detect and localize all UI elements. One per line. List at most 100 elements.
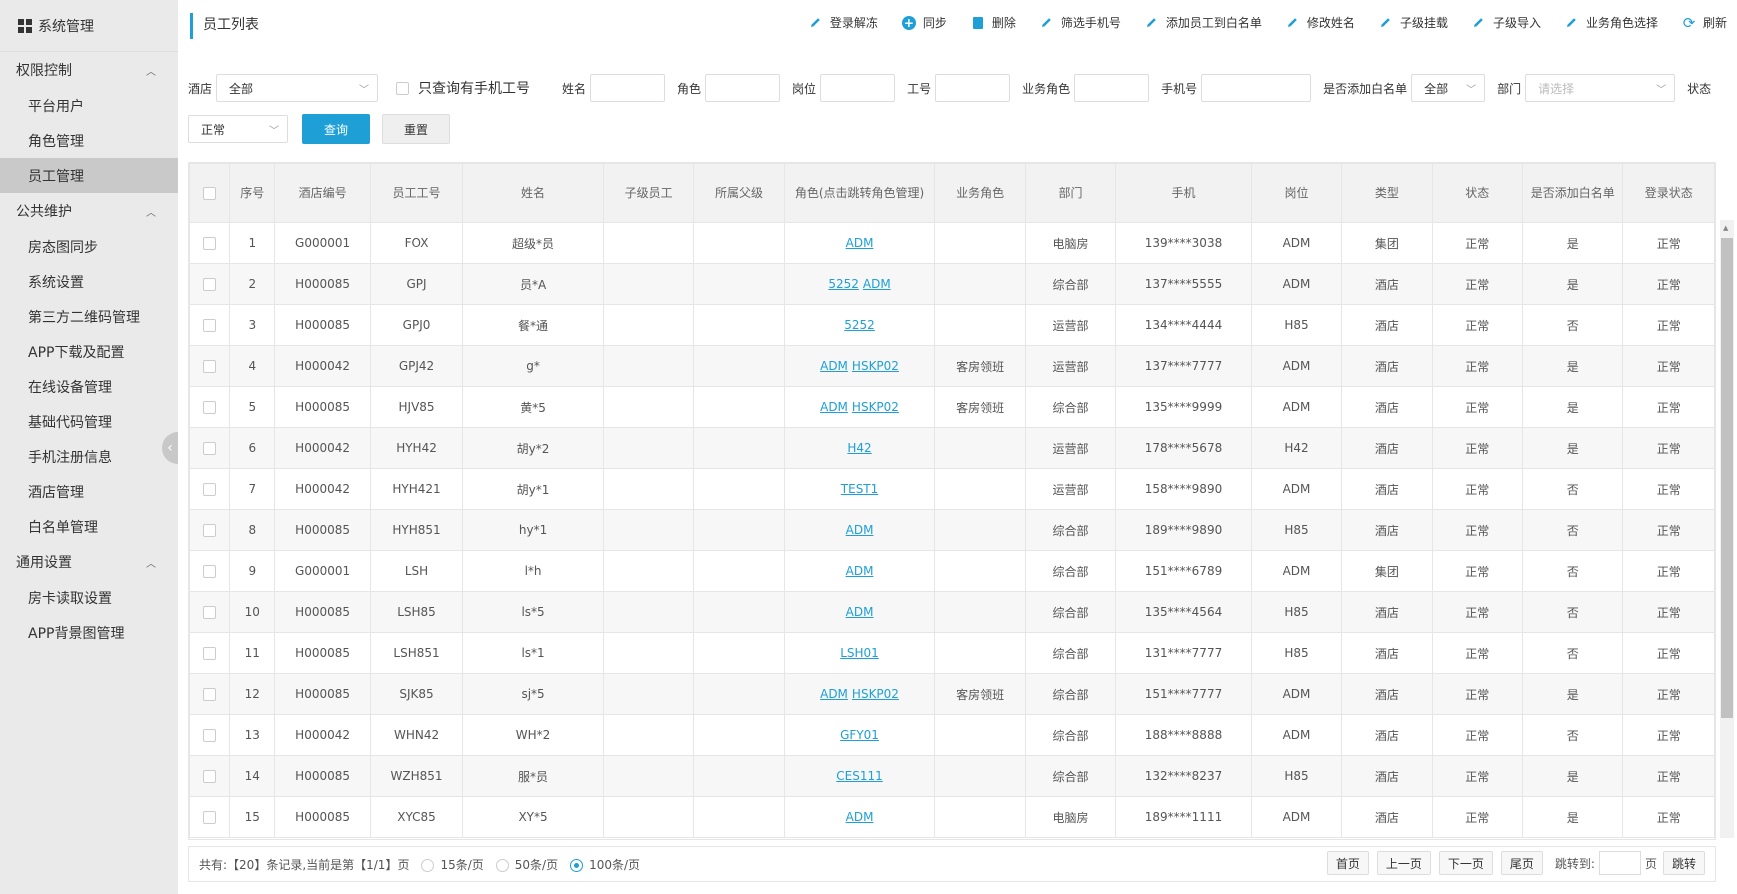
role-input[interactable] <box>705 74 781 102</box>
toolbar-button[interactable]: 筛选手机号 <box>1040 14 1121 31</box>
jump-page-input[interactable] <box>1598 851 1641 875</box>
row-checkbox[interactable] <box>203 278 217 291</box>
sidebar-group[interactable]: 公共维护 ︿ <box>0 193 178 229</box>
row-checkbox[interactable] <box>203 319 217 332</box>
table-row[interactable]: 11 H000085 LSH851 ls*1 LSH01 综合部 131****7777 H8… <box>189 632 1715 674</box>
role-link[interactable]: GFY01 <box>840 728 879 742</box>
table-row[interactable]: 6 H000042 HYH42 胡y*2 H42 运营部 178****5678 H42 酒店正… <box>189 427 1715 469</box>
role-link[interactable]: ADM <box>846 523 874 537</box>
role-link[interactable]: HSKP02 <box>852 687 899 701</box>
sidebar-item[interactable]: APP下载及配置 <box>0 334 178 369</box>
toolbar-button[interactable]: + 同步 <box>901 14 947 31</box>
page-size-radio[interactable] <box>495 858 509 872</box>
row-checkbox[interactable] <box>203 811 217 824</box>
jump-button[interactable]: 跳转 <box>1662 851 1705 875</box>
role-link[interactable]: CES111 <box>836 769 882 783</box>
table-row[interactable]: 4 H000042 GPJ42 g* ADM HSKP02 客房领班 运营部 137****77… <box>189 345 1715 387</box>
role-link[interactable]: TEST1 <box>841 482 879 496</box>
toolbar-button[interactable]: 业务角色选择 <box>1565 14 1658 31</box>
name-input[interactable] <box>590 74 666 102</box>
sidebar-item[interactable]: 房态图同步 <box>0 229 178 264</box>
sidebar-item[interactable]: 酒店管理 <box>0 474 178 509</box>
next-page-button[interactable]: 下一页 <box>1438 851 1493 875</box>
table-row[interactable]: 1 G000001 FOX 超级*员 ADM 电脑房 139****3038 ADM 集团 正常是… <box>189 222 1715 264</box>
toolbar-button[interactable]: 添加员工到白名单 <box>1145 14 1262 31</box>
row-checkbox[interactable] <box>203 524 217 537</box>
role-link[interactable]: ADM <box>820 400 848 414</box>
sidebar-item[interactable]: 员工管理 <box>0 158 178 193</box>
table-row[interactable]: 12 H000085 SJK85 sj*5 ADM HSKP02 客房领班 综合部 151***… <box>189 673 1715 715</box>
status-select[interactable]: 正常 ﹀ <box>188 115 288 143</box>
row-checkbox[interactable] <box>203 483 217 496</box>
table-row[interactable]: 2 H000085 GPJ 员*A 5252 ADM 综合部 137****5555 ADM 酒店… <box>189 263 1715 305</box>
hotel-select[interactable]: 全部 ﹀ <box>216 74 379 102</box>
role-link[interactable]: ADM <box>820 687 848 701</box>
scroll-up-icon[interactable]: ▲ <box>1723 224 1728 232</box>
role-link[interactable]: ADM <box>846 605 874 619</box>
table-row[interactable]: 8 H000085 HYH851 hy*1 ADM 综合部 189****9890 H85 酒店… <box>189 509 1715 551</box>
role-link[interactable]: ADM <box>863 277 891 291</box>
row-checkbox[interactable] <box>203 770 217 783</box>
row-checkbox[interactable] <box>203 729 217 742</box>
empno-input[interactable] <box>935 74 1011 102</box>
page-size-radio[interactable] <box>570 858 584 872</box>
sidebar-group[interactable]: 权限控制 ︿ <box>0 52 178 88</box>
row-checkbox[interactable] <box>203 688 217 701</box>
table-row[interactable]: 5 H000085 HJV85 黄*5 ADM HSKP02 客房领班 综合部 135****9… <box>189 386 1715 428</box>
toolbar-button[interactable]: 删除 <box>971 14 1016 31</box>
query-button[interactable]: 查询 <box>302 114 370 144</box>
table-row[interactable]: 3 H000085 GPJ0 餐*通 5252 运营部 134****4444 H85 酒店 正常… <box>189 304 1715 346</box>
sidebar-item[interactable]: 在线设备管理 <box>0 369 178 404</box>
select-all-checkbox[interactable] <box>203 187 217 200</box>
toolbar-button[interactable]: 子级挂载 <box>1379 14 1448 31</box>
sidebar-item[interactable]: 手机注册信息 <box>0 439 178 474</box>
toolbar-button[interactable]: 修改姓名 <box>1286 14 1355 31</box>
whitelist-select[interactable]: 全部 ﹀ <box>1411 74 1486 102</box>
scrollbar-thumb[interactable] <box>1721 238 1733 718</box>
toolbar-button[interactable]: 登录解冻 <box>809 14 878 31</box>
reset-button[interactable]: 重置 <box>382 114 450 144</box>
dept-select[interactable]: 请选择 ﹀ <box>1525 74 1676 102</box>
role-link[interactable]: HSKP02 <box>852 359 899 373</box>
sidebar-header[interactable]: 系统管理 <box>0 0 178 52</box>
sidebar-item[interactable]: 第三方二维码管理 <box>0 299 178 334</box>
table-row[interactable]: 7 H000042 HYH421 胡y*1 TEST1 运营部 158****9890 ADM… <box>189 468 1715 510</box>
table-row[interactable]: 9 G000001 LSH l*h ADM 综合部 151****6789 ADM 集团 正常否正… <box>189 550 1715 592</box>
role-link[interactable]: HSKP02 <box>852 400 899 414</box>
table-row[interactable]: 15 H000085 XYC85 XY*5 ADM 电脑房 189****1111 ADM 酒店… <box>189 796 1715 838</box>
table-row[interactable]: 13 H000042 WHN42 WH*2 GFY01 综合部 188****8888 ADM… <box>189 714 1715 756</box>
prev-page-button[interactable]: 上一页 <box>1376 851 1431 875</box>
sidebar-item[interactable]: 基础代码管理 <box>0 404 178 439</box>
row-checkbox[interactable] <box>203 565 217 578</box>
sidebar-item[interactable]: 白名单管理 <box>0 509 178 544</box>
row-checkbox[interactable] <box>203 237 217 250</box>
last-page-button[interactable]: 尾页 <box>1500 851 1543 875</box>
mobile-input[interactable] <box>1201 74 1312 102</box>
row-checkbox[interactable] <box>203 647 217 660</box>
row-checkbox[interactable] <box>203 401 217 414</box>
row-checkbox[interactable] <box>203 606 217 619</box>
table-row[interactable]: 10 H000085 LSH85 ls*5 ADM 综合部 135****4564 H85 酒店… <box>189 591 1715 633</box>
bizrole-input[interactable] <box>1074 74 1150 102</box>
sidebar-group[interactable]: 通用设置 ︿ <box>0 544 178 580</box>
role-link[interactable]: LSH01 <box>840 646 879 660</box>
sidebar-item[interactable]: 房卡读取设置 <box>0 580 178 615</box>
sidebar-item[interactable]: 平台用户 <box>0 88 178 123</box>
page-size-radio[interactable] <box>421 858 435 872</box>
phone-only-checkbox[interactable] <box>396 81 410 95</box>
toolbar-button[interactable]: ⟳ 刷新 <box>1682 14 1727 32</box>
role-link[interactable]: ADM <box>820 359 848 373</box>
table-scrollbar[interactable]: ▲ <box>1720 220 1734 838</box>
role-link[interactable]: 5252 <box>844 318 875 332</box>
toolbar-button[interactable]: 子级导入 <box>1472 14 1541 31</box>
sidebar-item[interactable]: 系统设置 <box>0 264 178 299</box>
role-link[interactable]: H42 <box>847 441 871 455</box>
post-input[interactable] <box>820 74 896 102</box>
role-link[interactable]: ADM <box>846 810 874 824</box>
role-link[interactable]: ADM <box>846 236 874 250</box>
row-checkbox[interactable] <box>203 360 217 373</box>
row-checkbox[interactable] <box>203 442 217 455</box>
table-row[interactable]: 14 H000085 WZH851 服*员 CES111 综合部 132****8237 H8… <box>189 755 1715 797</box>
role-link[interactable]: ADM <box>846 564 874 578</box>
sidebar-item[interactable]: 角色管理 <box>0 123 178 158</box>
